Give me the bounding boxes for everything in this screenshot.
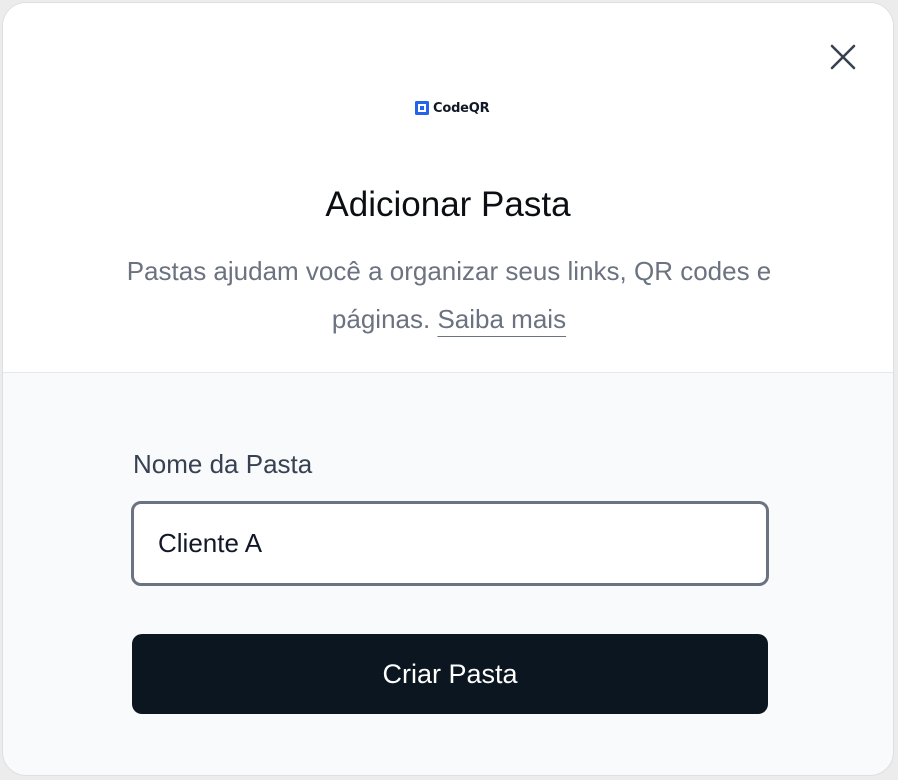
folder-name-label: Nome da Pasta	[133, 449, 313, 479]
modal-title: Adicionar Pasta	[325, 185, 571, 224]
close-icon	[830, 44, 856, 70]
learn-more-link[interactable]: Saiba mais	[437, 304, 566, 334]
folder-name-input[interactable]	[131, 501, 769, 586]
modal-header: CodeQR Adicionar Pasta Pastas ajudam voc…	[3, 3, 893, 373]
modal-description: Pastas ajudam você a organizar seus link…	[123, 247, 775, 343]
codeqr-logo: CodeQR	[415, 97, 490, 119]
qr-logo-icon	[415, 101, 429, 115]
create-folder-button[interactable]: Criar Pasta	[132, 634, 768, 714]
close-button[interactable]	[821, 35, 865, 79]
logo-text: CodeQR	[433, 100, 490, 116]
add-folder-modal: CodeQR Adicionar Pasta Pastas ajudam voc…	[2, 2, 894, 776]
